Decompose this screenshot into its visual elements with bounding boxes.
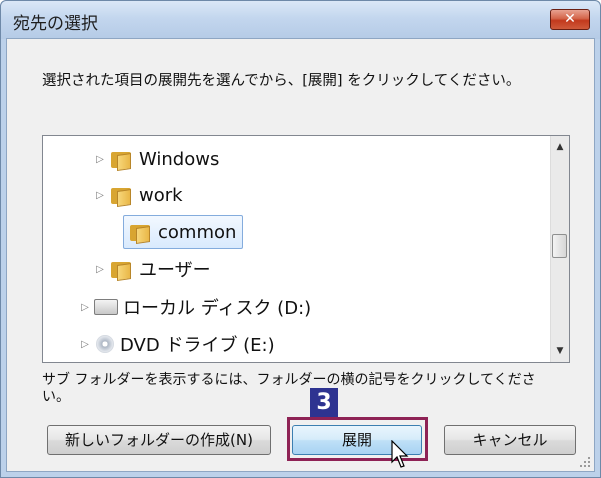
folder-icon: [130, 223, 152, 244]
tree-item-label: common: [158, 221, 237, 243]
tree-item-local-disk-d[interactable]: ▷ ローカル ディスク (D:): [78, 292, 311, 322]
vertical-scrollbar[interactable]: ▲ ▼: [550, 136, 569, 362]
dialog-title: 宛先の選択: [13, 14, 98, 34]
expand-arrow-icon[interactable]: ▷: [93, 264, 107, 275]
folder-tree[interactable]: ▷ Windows ▷ work common ▷ ユーザー ▷ ローカル ディ…: [42, 135, 570, 363]
tree-item-label: work: [139, 184, 183, 206]
step-number-badge: 3: [310, 388, 338, 418]
cancel-button[interactable]: キャンセル: [444, 425, 576, 455]
drive-icon: [94, 299, 118, 315]
folder-icon: [111, 150, 133, 171]
folder-icon: [111, 186, 133, 207]
expand-arrow-icon[interactable]: ▷: [93, 154, 107, 165]
folder-icon: [111, 260, 133, 281]
tree-item-dvd-drive-e[interactable]: ▷ DVD ドライブ (E:): [78, 329, 275, 359]
tree-item-common[interactable]: common: [123, 215, 244, 249]
tree-item-label: DVD ドライブ (E:): [120, 335, 275, 356]
hint-text: サブ フォルダーを表示するには、フォルダーの横の記号をクリックしてください。: [42, 372, 536, 405]
scroll-thumb[interactable]: [552, 234, 567, 258]
new-folder-button[interactable]: 新しいフォルダーの作成(N): [47, 425, 271, 455]
expand-arrow-icon[interactable]: ▷: [78, 339, 92, 350]
tree-item-users[interactable]: ▷ ユーザー: [93, 254, 211, 284]
dvd-icon: [96, 335, 114, 353]
tree-item-label: ローカル ディスク (D:): [123, 298, 312, 319]
instruction-text: 選択された項目の展開先を選んでから、[展開] をクリックしてください。: [42, 73, 521, 89]
tree-item-label: ユーザー: [139, 260, 211, 281]
resize-grip-icon[interactable]: [579, 456, 591, 468]
tree-item-windows[interactable]: ▷ Windows: [93, 144, 219, 174]
title-bar[interactable]: 宛先の選択 ✕: [1, 1, 600, 39]
expand-arrow-icon[interactable]: ▷: [78, 302, 92, 313]
scroll-down-arrow-icon[interactable]: ▼: [551, 342, 569, 360]
tree-item-work[interactable]: ▷ work: [93, 180, 183, 210]
mouse-cursor-icon: [391, 440, 409, 468]
expand-arrow-icon[interactable]: ▷: [93, 190, 107, 201]
tree-item-label: Windows: [139, 148, 220, 170]
scroll-up-arrow-icon[interactable]: ▲: [551, 138, 569, 156]
close-button[interactable]: ✕: [550, 9, 590, 30]
